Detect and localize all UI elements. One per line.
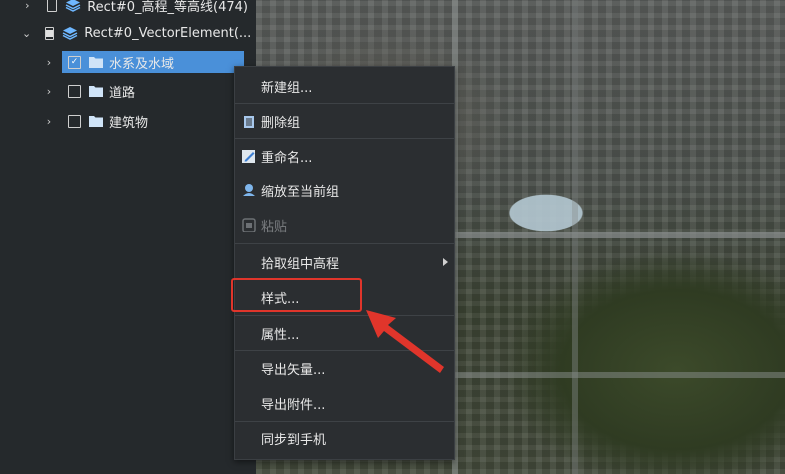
- menu-item-export-vector[interactable]: 导出矢量...: [235, 351, 454, 385]
- menu-item-delete-group[interactable]: 删除组: [235, 104, 454, 138]
- menu-item-paste[interactable]: 粘贴: [235, 208, 454, 242]
- chevron-down-icon[interactable]: ⌄: [22, 26, 31, 40]
- tree-item-label: 建筑物: [109, 115, 149, 131]
- map-road: [572, 0, 578, 474]
- layers-icon: [62, 27, 78, 40]
- tree-item-label: Rect#0_高程_等高线(474): [87, 0, 248, 15]
- layer-tree-panel: › Rect#0_高程_等高线(474) ⌄ Rect#0_VectorElem…: [0, 0, 256, 474]
- menu-item-label: 同步到手机: [261, 432, 327, 448]
- checkbox[interactable]: [68, 114, 81, 128]
- menu-item-sync-to-phone[interactable]: 同步到手机: [235, 421, 454, 455]
- menu-item-label: 新建组...: [261, 80, 313, 96]
- checkbox[interactable]: [68, 84, 81, 98]
- menu-item-label: 删除组: [261, 115, 301, 131]
- layers-icon: [65, 0, 81, 12]
- tree-item-label: 水系及水域: [109, 56, 175, 72]
- folder-icon: [89, 57, 103, 68]
- menu-item-label: 属性...: [261, 327, 300, 343]
- context-menu: 新建组... 删除组 重命名... 缩放至当前组 粘贴 拾取组中高程 样式...…: [234, 66, 455, 460]
- chevron-right-icon[interactable]: ›: [42, 55, 56, 69]
- menu-item-label: 导出附件...: [261, 397, 326, 413]
- menu-item-properties[interactable]: 属性...: [235, 316, 454, 350]
- tree-item-roads[interactable]: › 道路: [0, 78, 256, 104]
- chevron-right-icon[interactable]: ›: [42, 114, 56, 128]
- folder-icon: [89, 86, 103, 97]
- paste-icon: [242, 218, 256, 232]
- menu-item-label: 导出矢量...: [261, 362, 326, 378]
- menu-item-label: 缩放至当前组: [261, 184, 340, 200]
- checkbox-partial[interactable]: [45, 26, 55, 40]
- pencil-icon: [242, 150, 255, 163]
- tree-item-vector-element[interactable]: ⌄ Rect#0_VectorElement(...: [0, 20, 256, 46]
- submenu-arrow-icon: [443, 258, 448, 266]
- tree-item-buildings[interactable]: › 建筑物: [0, 108, 256, 134]
- tree-item-label: 道路: [109, 85, 136, 101]
- menu-item-export-attachments[interactable]: 导出附件...: [235, 386, 454, 420]
- chevron-right-icon[interactable]: ›: [22, 0, 33, 12]
- location-pin-icon: [243, 184, 255, 196]
- checkbox-checked[interactable]: ✓: [68, 55, 81, 69]
- trash-icon: [244, 116, 254, 128]
- menu-separator: [235, 243, 454, 244]
- annotation-highlight-box: [231, 278, 362, 312]
- folder-icon: [89, 116, 103, 127]
- menu-item-label: 重命名...: [261, 150, 313, 166]
- menu-item-zoom-to-group[interactable]: 缩放至当前组: [235, 173, 454, 207]
- menu-item-label: 粘贴: [261, 219, 288, 235]
- menu-item-rename[interactable]: 重命名...: [235, 139, 454, 173]
- menu-item-pick-elevation[interactable]: 拾取组中高程: [235, 245, 454, 279]
- chevron-right-icon[interactable]: ›: [42, 84, 56, 98]
- tree-item-water[interactable]: › ✓ 水系及水域: [0, 49, 256, 75]
- tree-item-contour-layer[interactable]: › Rect#0_高程_等高线(474): [0, 0, 256, 18]
- checkbox[interactable]: [46, 0, 58, 12]
- menu-item-new-group[interactable]: 新建组...: [235, 69, 454, 103]
- tree-item-label: Rect#0_VectorElement(...: [84, 25, 252, 41]
- menu-item-label: 拾取组中高程: [261, 256, 340, 272]
